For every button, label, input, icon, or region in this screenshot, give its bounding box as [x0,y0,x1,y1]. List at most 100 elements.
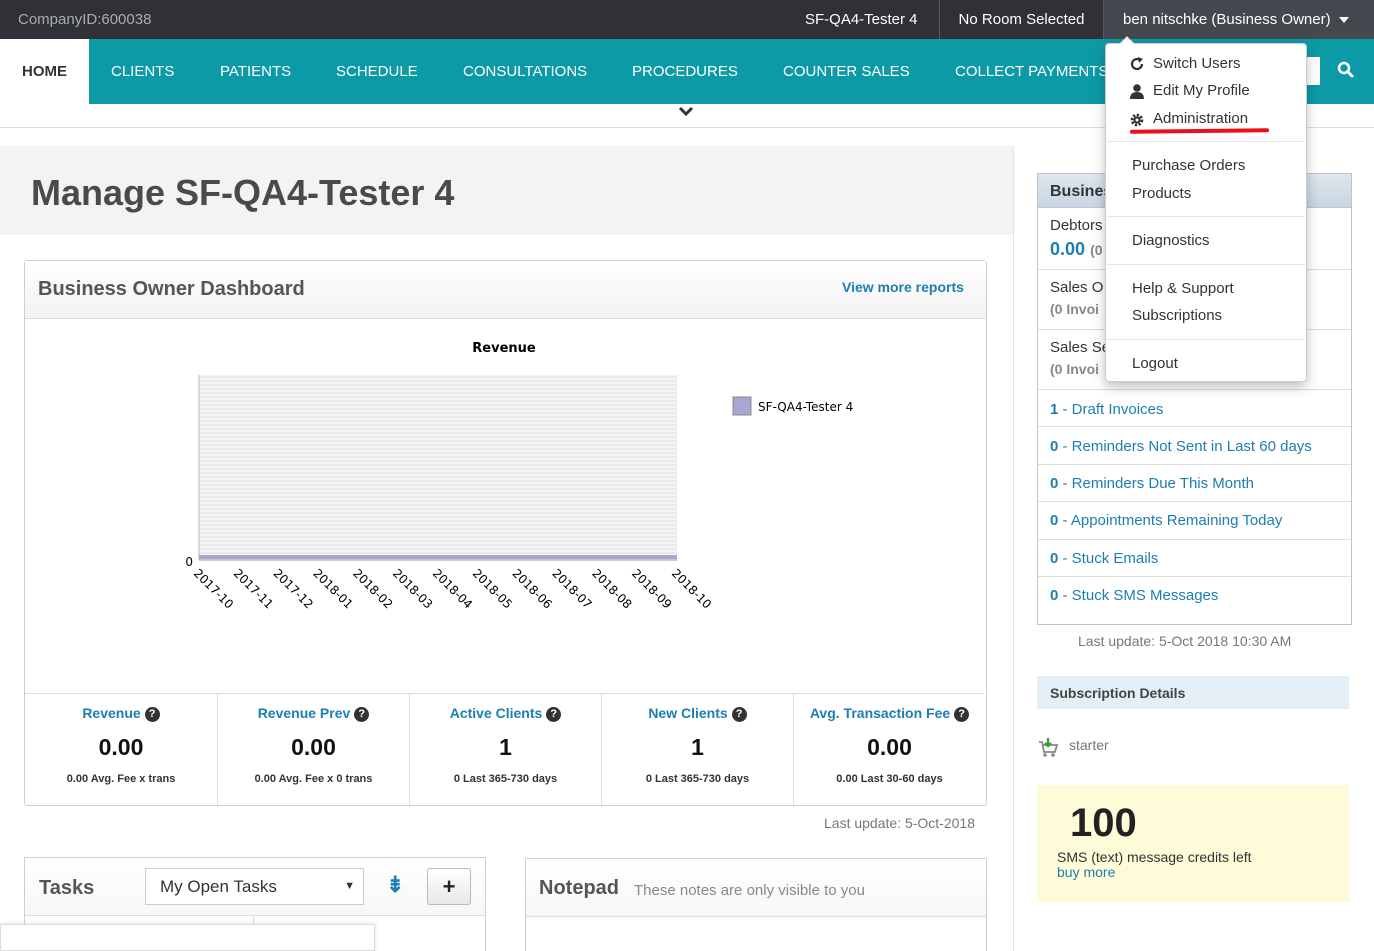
buy-more-link[interactable]: buy more [1057,864,1115,880]
nav-schedule[interactable]: SCHEDULE [336,39,418,104]
top-bar: CompanyID:600038 SF-QA4-Tester 4 No Room… [0,0,1374,39]
stat-value: 0.00 [291,733,336,760]
notepad-panel: Notepad These notes are only visible to … [525,858,987,951]
y-tick-label: 0 [185,555,193,569]
x-tick-label: 2017-12 [271,566,316,611]
nav-patients[interactable]: PATIENTS [220,39,291,104]
nav-collect-payments[interactable]: COLLECT PAYMENTS [955,39,1108,104]
stat-label[interactable]: Active Clients? [410,705,601,722]
x-tick-label: 2018-09 [629,566,674,611]
user-menu-toggle[interactable]: ben nitschke (Business Owner) [1104,0,1374,39]
site-selector[interactable]: SF-QA4-Tester 4 [805,0,918,39]
tasks-popup [0,924,375,951]
x-tick-label: 2018-02 [350,566,395,611]
administration-item[interactable]: Administration [1130,110,1249,127]
tasks-filter-select[interactable]: My Open Tasks ▼ [145,868,364,905]
biz-link-row: 0 - Appointments Remaining Today [1038,502,1351,540]
menu-divider [1107,141,1305,142]
help-support-item[interactable]: Help & Support [1132,280,1234,297]
menu-divider [1107,339,1305,340]
switch-users-item[interactable]: Switch Users [1130,55,1241,72]
nav-procedures[interactable]: PROCEDURES [632,39,738,104]
stat-label[interactable]: Revenue Prev? [218,705,409,722]
administration-label: Administration [1153,110,1249,127]
gear-icon [1130,113,1144,127]
revenue-chart: Revenue02017-102017-112017-122018-012018… [185,341,853,612]
sort-icon[interactable]: ⇟ [386,872,404,898]
biz-link-row: 0 - Reminders Not Sent in Last 60 days [1038,427,1351,465]
nav-clients[interactable]: CLIENTS [111,39,174,104]
stat-active-clients: Active Clients? 1 0 Last 365-730 days [409,693,601,805]
help-icon[interactable]: ? [144,706,160,722]
notepad-title: Notepad [539,877,619,899]
add-task-button[interactable]: + [427,868,471,905]
logout-item[interactable]: Logout [1132,355,1178,372]
stat-label[interactable]: Avg. Transaction Fee? [794,705,985,722]
stat-revenue-prev: Revenue Prev? 0.00 0.00 Avg. Fee x 0 tra… [217,693,409,805]
stat-value: 1 [499,733,512,760]
appointments-remaining-link[interactable]: 0 - Appointments Remaining Today [1050,512,1282,529]
help-icon[interactable]: ? [954,706,970,722]
biz-link-row: 0 - Stuck Emails [1038,540,1351,577]
stat-sub: 0.00 Avg. Fee x trans [66,772,176,785]
stat-value: 0.00 [98,733,144,760]
business-last-update: Last update: 5-Oct 2018 10:30 AM [1078,633,1292,649]
view-more-reports-link[interactable]: View more reports [842,279,964,295]
stuck-emails-link[interactable]: 0 - Stuck Emails [1050,550,1158,567]
nav-home[interactable]: HOME [0,39,89,104]
nav-consultations[interactable]: CONSULTATIONS [463,39,587,104]
sales-label: Sales O [1050,279,1104,296]
edit-profile-label: Edit My Profile [1153,82,1250,99]
sales-sub: (0 Invoi [1050,361,1100,377]
reminders-due-link[interactable]: 0 - Reminders Due This Month [1050,475,1254,492]
refresh-icon [1130,57,1144,71]
x-tick-label: 2018-01 [310,566,355,611]
x-tick-label: 2018-04 [430,566,475,611]
legend-swatch [732,396,752,416]
notepad-textarea[interactable] [526,916,986,951]
menu-divider [1107,264,1305,265]
x-tick-label: 2018-10 [669,566,714,611]
dashboard-panel: Business Owner Dashboard View more repor… [24,260,987,806]
room-selector[interactable]: No Room Selected [939,0,1104,39]
tasks-title: Tasks [39,877,95,899]
draft-invoices-link[interactable]: 1 - Draft Invoices [1050,401,1163,418]
search-icon[interactable] [1337,61,1355,79]
user-icon [1130,84,1144,99]
nav-counter-sales[interactable]: COUNTER SALES [783,39,910,104]
chart-title: Revenue [472,341,536,356]
stat-sub: 0.00 Avg. Fee x 0 trans [254,772,373,785]
stat-label[interactable]: Revenue? [25,705,217,722]
stat-label[interactable]: New Clients? [602,705,793,722]
stuck-sms-link[interactable]: 0 - Stuck SMS Messages [1050,587,1218,604]
user-dropdown-menu: Switch Users Edit My Profile Administrat… [1105,36,1307,382]
subscriptions-item[interactable]: Subscriptions [1132,307,1222,324]
tasks-filter-value: My Open Tasks [160,877,277,896]
chevron-down-icon[interactable] [678,106,694,118]
cart-icon [1039,738,1059,757]
edit-profile-item[interactable]: Edit My Profile [1130,82,1250,99]
biz-link-row: 0 - Reminders Due This Month [1038,465,1351,502]
debtors-label: Debtors [1050,217,1103,234]
help-icon[interactable]: ? [546,706,562,722]
diagnostics-item[interactable]: Diagnostics [1132,232,1210,249]
menu-divider [1107,216,1305,217]
stat-sub: 0 Last 365-730 days [645,772,750,785]
stat-new-clients: New Clients? 1 0 Last 365-730 days [601,693,793,805]
dashboard-header: Business Owner Dashboard View more repor… [25,261,986,319]
reminders-not-sent-link[interactable]: 0 - Reminders Not Sent in Last 60 days [1050,438,1312,455]
sms-credit-label: SMS (text) message credits left [1057,849,1252,865]
x-tick-label: 2018-05 [470,566,515,611]
switch-users-label: Switch Users [1153,55,1241,72]
products-item[interactable]: Products [1132,185,1191,202]
biz-link-row: 1 - Draft Invoices [1038,390,1351,427]
help-icon[interactable]: ? [731,706,747,722]
select-arrow-icon: ▼ [344,880,355,892]
debtors-value[interactable]: 0.00 (0 [1050,239,1103,260]
stat-avg-transaction-fee: Avg. Transaction Fee? 0.00 0.00 Last 30-… [793,693,985,805]
plot-area [199,375,677,560]
subscription-header: Subscription Details [1037,676,1349,709]
help-icon[interactable]: ? [354,706,370,722]
purchase-orders-item[interactable]: Purchase Orders [1132,157,1245,174]
stat-sub: 0.00 Last 30-60 days [836,772,943,785]
